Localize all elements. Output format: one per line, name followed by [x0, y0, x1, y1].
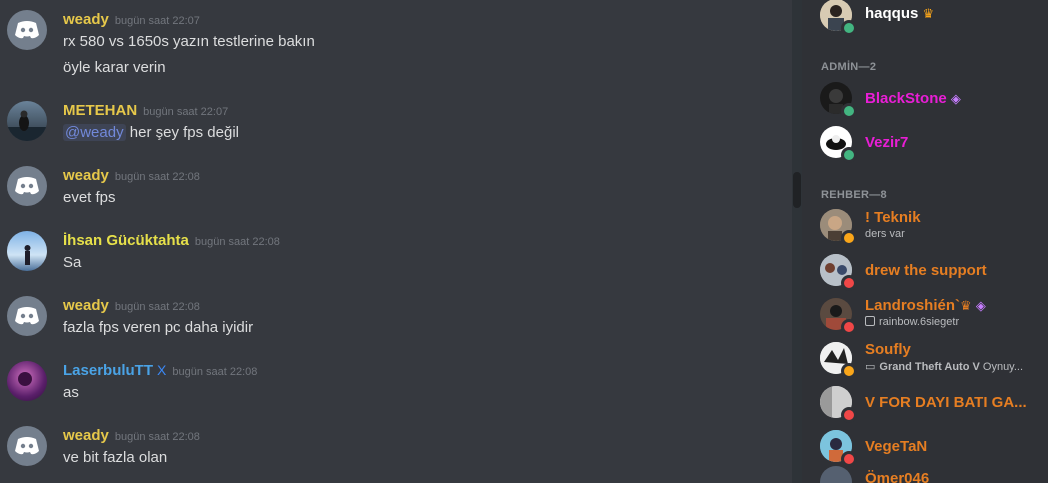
member-item[interactable]: V FOR DAYI BATI GA...	[820, 382, 1048, 423]
message-text: öyle karar verin	[63, 59, 166, 76]
message-author[interactable]: weady bugün saat 22:08	[63, 427, 200, 444]
chat-scrollbar-thumb[interactable]	[793, 172, 801, 208]
member-list: haqqus ♛ ADMİN—2 BlackStone ◈ Vezir7 REH…	[802, 0, 1048, 483]
member-name: V FOR DAYI BATI GA...	[865, 394, 1027, 411]
role-category-admin: ADMİN—2	[821, 61, 877, 73]
member-item[interactable]: Landroshién`♛ ◈ rainbow.6siegetr	[820, 294, 1048, 335]
discord-logo-icon	[15, 177, 39, 195]
member-item[interactable]: ! Teknik ders var	[820, 205, 1048, 246]
chat-area: weady bugün saat 22:07 rx 580 vs 1650s ya…	[0, 0, 792, 483]
message-author[interactable]: LaserbuluTT Xbugün saat 22:08	[63, 362, 257, 379]
status-online-icon	[841, 20, 857, 36]
message-timestamp: bugün saat 22:08	[172, 366, 258, 378]
person-photo-icon	[18, 372, 32, 386]
status-online-icon	[841, 103, 857, 119]
message-text: ve bit fazla olan	[63, 449, 168, 466]
member-name: Ömer046	[865, 470, 930, 483]
avatar[interactable]	[7, 296, 47, 336]
member-name: Landroshién`♛ ◈	[865, 297, 986, 314]
message-timestamp: bugün saat 22:07	[114, 15, 200, 27]
avatar	[820, 466, 852, 483]
instagram-icon	[865, 316, 875, 326]
status-dnd-icon	[841, 407, 857, 423]
status-dnd-icon	[841, 275, 857, 291]
avatar[interactable]	[7, 101, 47, 141]
message-author[interactable]: weady bugün saat 22:08	[63, 297, 200, 314]
crown-icon: ♛	[922, 6, 935, 21]
avatar[interactable]	[7, 166, 47, 206]
discord-logo-icon	[15, 307, 39, 325]
avatar[interactable]	[7, 361, 47, 401]
member-name: ! Teknik	[865, 209, 921, 226]
message-text: fazla fps veren pc daha iyidir	[63, 319, 254, 336]
message-timestamp: bugün saat 22:08	[114, 301, 200, 313]
member-custom-status: rainbow.6siegetr	[865, 316, 959, 328]
message-timestamp: bugün saat 22:07	[143, 106, 229, 118]
member-name: VegeTaN	[865, 438, 928, 455]
chat-scrollbar[interactable]	[792, 0, 802, 483]
person-photo-icon	[24, 245, 31, 265]
message-text: as	[63, 384, 79, 401]
member-name: haqqus ♛	[865, 5, 935, 22]
member-name: drew the support	[865, 262, 987, 279]
discord-logo-icon	[15, 21, 39, 39]
member-item[interactable]: Soufly ▭ Grand Theft Auto V Oynuy...	[820, 338, 1048, 379]
status-online-icon	[841, 147, 857, 163]
person-photo-icon	[7, 110, 47, 141]
member-item[interactable]: VegeTaN	[820, 426, 1048, 467]
message-text: @weady her şey fps değil	[63, 124, 239, 141]
member-activity: ▭ Grand Theft Auto V Oynuy...	[865, 361, 1024, 373]
nitro-boost-icon: ◈	[975, 298, 986, 313]
crown-icon: ♛	[960, 298, 972, 313]
member-name: Soufly	[865, 341, 911, 358]
avatar[interactable]	[7, 10, 47, 50]
message-text: Sa	[63, 254, 82, 271]
member-name: BlackStone ◈	[865, 90, 961, 107]
message-text: evet fps	[63, 189, 116, 206]
status-idle-icon	[841, 230, 857, 246]
message-timestamp: bugün saat 22:08	[114, 171, 200, 183]
user-mention[interactable]: @weady	[63, 124, 126, 141]
role-category-rehber: REHBER—8	[821, 189, 887, 201]
member-name: Vezir7	[865, 134, 909, 151]
message-text: rx 580 vs 1650s yazın testlerine bakın	[63, 33, 315, 50]
status-dnd-icon	[841, 319, 857, 335]
member-item[interactable]: Ömer046	[820, 462, 1048, 483]
message-author[interactable]: weady bugün saat 22:07	[63, 11, 200, 28]
member-item[interactable]: haqqus ♛	[820, 0, 1048, 36]
avatar[interactable]	[7, 231, 47, 271]
status-idle-icon	[841, 363, 857, 379]
avatar[interactable]	[7, 426, 47, 466]
member-item[interactable]: BlackStone ◈	[820, 78, 1048, 119]
message-timestamp: bugün saat 22:08	[114, 431, 200, 443]
member-custom-status: ders var	[865, 228, 905, 240]
nitro-boost-icon: ◈	[950, 91, 961, 106]
discord-logo-icon	[15, 437, 39, 455]
message-author[interactable]: weady bugün saat 22:08	[63, 167, 200, 184]
gamepad-icon: ▭	[865, 361, 876, 373]
nitro-badge-icon: X	[157, 362, 167, 378]
message-timestamp: bugün saat 22:08	[194, 236, 280, 248]
member-item[interactable]: drew the support	[820, 250, 1048, 291]
message-author[interactable]: İhsan Gücüktahta bugün saat 22:08	[63, 232, 280, 249]
message-author[interactable]: METEHAN bugün saat 22:07	[63, 102, 228, 119]
member-item[interactable]: Vezir7	[820, 122, 1048, 163]
